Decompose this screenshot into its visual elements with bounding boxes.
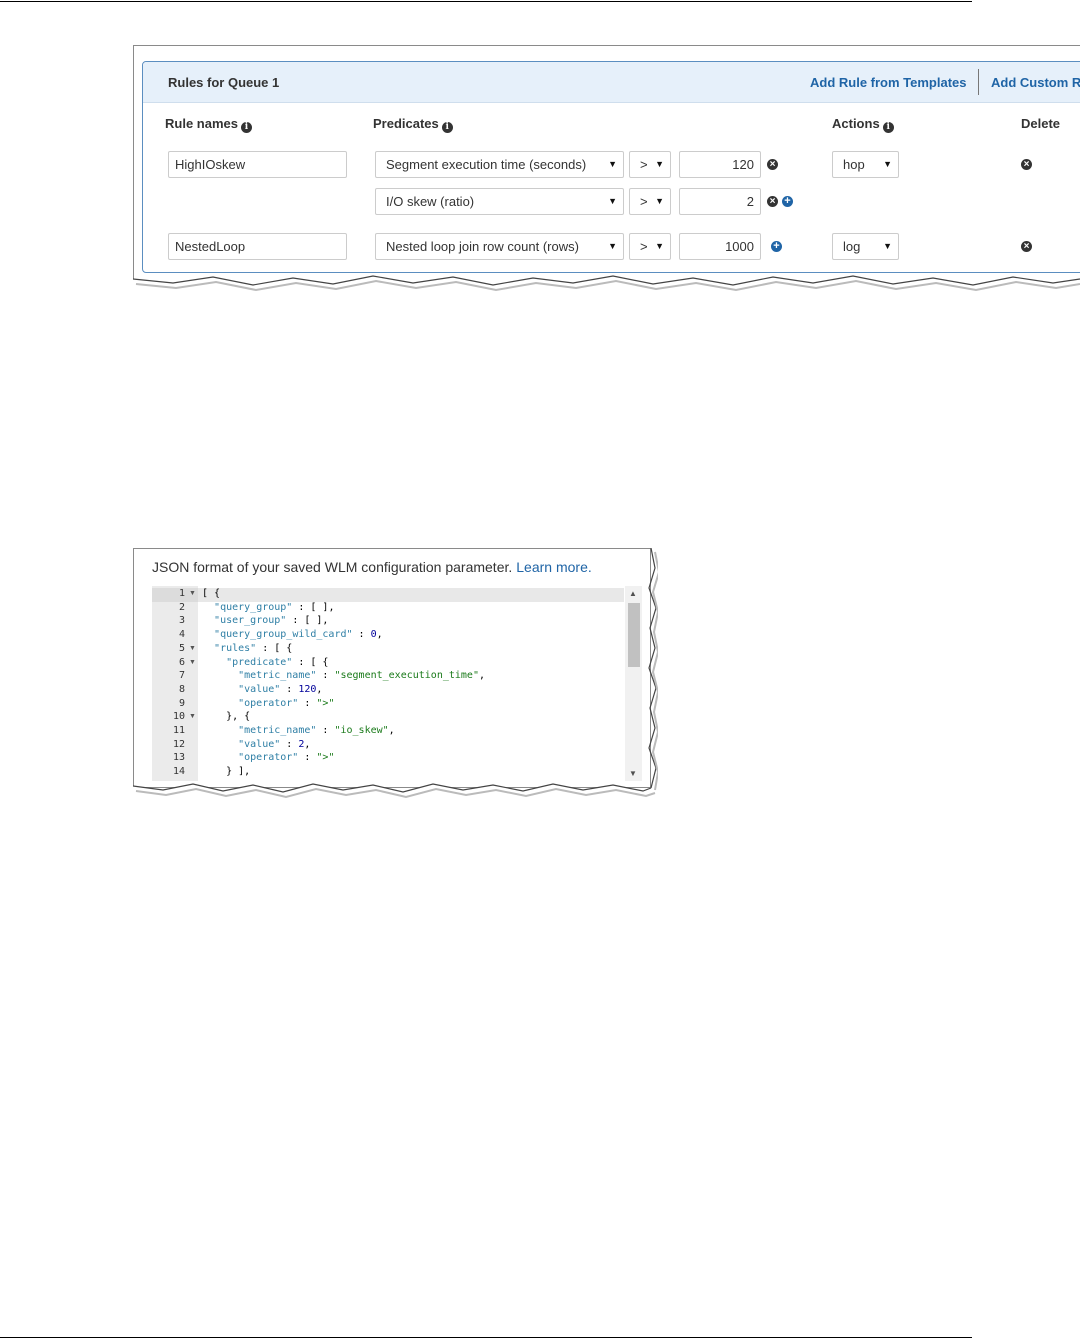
code-line: [ { (202, 588, 221, 599)
code-line: "metric_name" : "segment_execution_time"… (238, 670, 485, 682)
active-line-highlight (198, 588, 624, 602)
page-top-rule (0, 1, 972, 2)
json-editor[interactable]: 1 ▼ 2 3 4 5 ▼ 6 ▼ 7 8 9 10 ▼ 11 12 13 14 [ { "query_group… (152, 586, 642, 781)
json-caption: JSON format of your saved WLM configurat… (152, 559, 592, 575)
rules-screenshot: Rules for Queue 1 Add Rule from Template… (133, 45, 1080, 295)
code-line: "metric_name" : "io_skew", (238, 725, 395, 736)
code-line: "rules" : [ { (214, 642, 293, 654)
code-line: "operator" : ">" (238, 697, 335, 709)
editor-scrollbar[interactable]: ▲ ▼ (625, 586, 642, 781)
code-line: }, { (202, 711, 251, 723)
line-number: 11 (172, 725, 185, 736)
learn-more-link[interactable]: Learn more. (516, 559, 591, 575)
line-number: 4 (178, 629, 185, 641)
fold-arrow-icon[interactable]: ▼ (189, 659, 196, 666)
code-line: "user_group" : [ ], (214, 615, 329, 627)
line-number: 1 (178, 588, 185, 599)
line-number: 2 (178, 601, 185, 613)
scrollbar-thumb[interactable] (628, 603, 640, 667)
code-line: "value" : 2, (238, 738, 311, 750)
code-line: "operator" : ">" (238, 752, 335, 764)
code-line: "predicate" : [ { (226, 656, 329, 668)
code-line: "query_group" : [ ], (214, 601, 335, 613)
torn-edge (133, 275, 1080, 295)
caption-text: JSON format of your saved WLM configurat… (152, 559, 513, 575)
fold-arrow-icon[interactable]: ▼ (189, 590, 196, 597)
fold-arrow-icon[interactable]: ▼ (189, 713, 196, 720)
page-bottom-rule (0, 1337, 972, 1338)
code-line: "value" : 120, (238, 683, 323, 695)
line-number: 12 (172, 738, 185, 750)
line-number: 7 (178, 670, 185, 682)
line-number: 10 (172, 711, 185, 723)
line-number: 5 (178, 642, 185, 654)
line-number: 13 (172, 752, 185, 764)
line-number: 8 (178, 683, 185, 695)
json-screenshot: JSON format of your saved WLM configurat… (133, 548, 658, 803)
line-number: 9 (178, 697, 185, 709)
fold-arrow-icon[interactable]: ▼ (189, 645, 196, 652)
code-line: "query_group_wild_card" : 0, (214, 629, 383, 641)
scroll-down-icon[interactable]: ▼ (629, 769, 637, 778)
scroll-up-icon[interactable]: ▲ (629, 589, 637, 598)
code-line: } ], (202, 766, 251, 778)
screenshot-frame: JSON format of your saved WLM configurat… (133, 548, 651, 788)
line-number: 3 (178, 615, 185, 627)
line-number: 6 (178, 656, 185, 668)
line-number: 14 (172, 766, 185, 778)
